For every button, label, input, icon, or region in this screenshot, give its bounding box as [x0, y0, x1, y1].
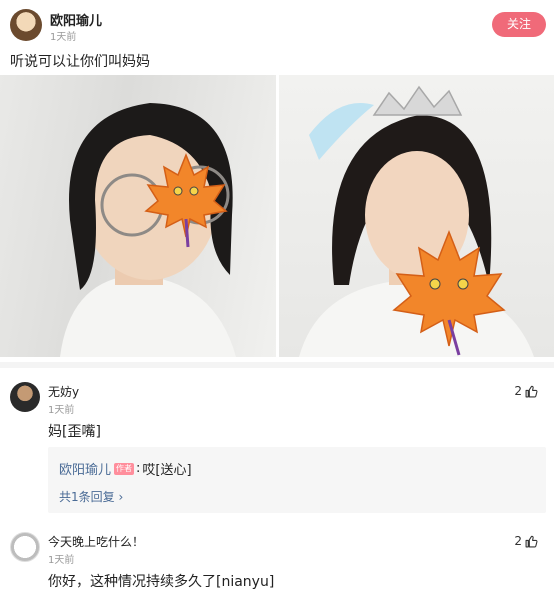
post-text: 听说可以让你们叫妈妈: [10, 54, 150, 70]
post-timestamp: 1天前: [50, 32, 77, 43]
like-count: 2: [514, 534, 522, 548]
follow-button[interactable]: 关注: [492, 12, 546, 37]
comment-avatar[interactable]: [10, 532, 40, 562]
section-divider: [0, 362, 554, 368]
reply-box[interactable]: 欧阳瑜儿 作者 : 哎[送心] 共1条回复 ›: [48, 447, 546, 513]
photo-1-image: [60, 103, 236, 357]
post-author-name[interactable]: 欧阳瑜儿: [50, 10, 102, 29]
comment-avatar[interactable]: [10, 382, 40, 412]
photo-1[interactable]: [0, 75, 276, 357]
comment-text: 妈[歪嘴]: [48, 424, 101, 440]
comment-item: 无妨y 1天前 2 妈[歪嘴] 欧阳瑜儿 作者 : 哎[送心] 共1条回复 ›: [0, 378, 554, 518]
post-author-avatar[interactable]: [10, 9, 42, 41]
reply-line: 欧阳瑜儿 作者 : 哎[送心]: [59, 459, 192, 478]
comment-text: 你好，这种情况持续多久了[nianyu]: [48, 574, 275, 590]
photo-2[interactable]: [279, 75, 554, 357]
thumbs-up-icon: [525, 385, 538, 397]
post-header: 欧阳瑜儿 1天前 关注: [0, 0, 554, 44]
comment-timestamp: 1天前: [48, 405, 75, 416]
like-count: 2: [514, 384, 522, 398]
author-tag-badge: 作者: [114, 462, 135, 475]
comment-author[interactable]: 无妨y: [48, 383, 79, 400]
chevron-right-icon: ›: [118, 490, 124, 504]
comment-item: 今天晚上吃什么！ 1天前 2 你好，这种情况持续多久了[nianyu]: [0, 528, 554, 595]
reply-author[interactable]: 欧阳瑜儿: [59, 459, 111, 478]
like-button[interactable]: 2: [514, 534, 538, 548]
thumbs-up-icon: [525, 535, 538, 547]
comment-timestamp: 1天前: [48, 555, 75, 566]
reply-separator: :: [136, 461, 141, 476]
more-replies-label: 共1条回复: [59, 490, 115, 504]
photo-2-image: [299, 85, 534, 357]
reply-text: 哎[送心]: [142, 463, 192, 478]
like-button[interactable]: 2: [514, 384, 538, 398]
more-replies-link[interactable]: 共1条回复 ›: [59, 488, 123, 505]
comment-author[interactable]: 今天晚上吃什么！: [48, 533, 144, 550]
photo-grid: [0, 75, 554, 357]
